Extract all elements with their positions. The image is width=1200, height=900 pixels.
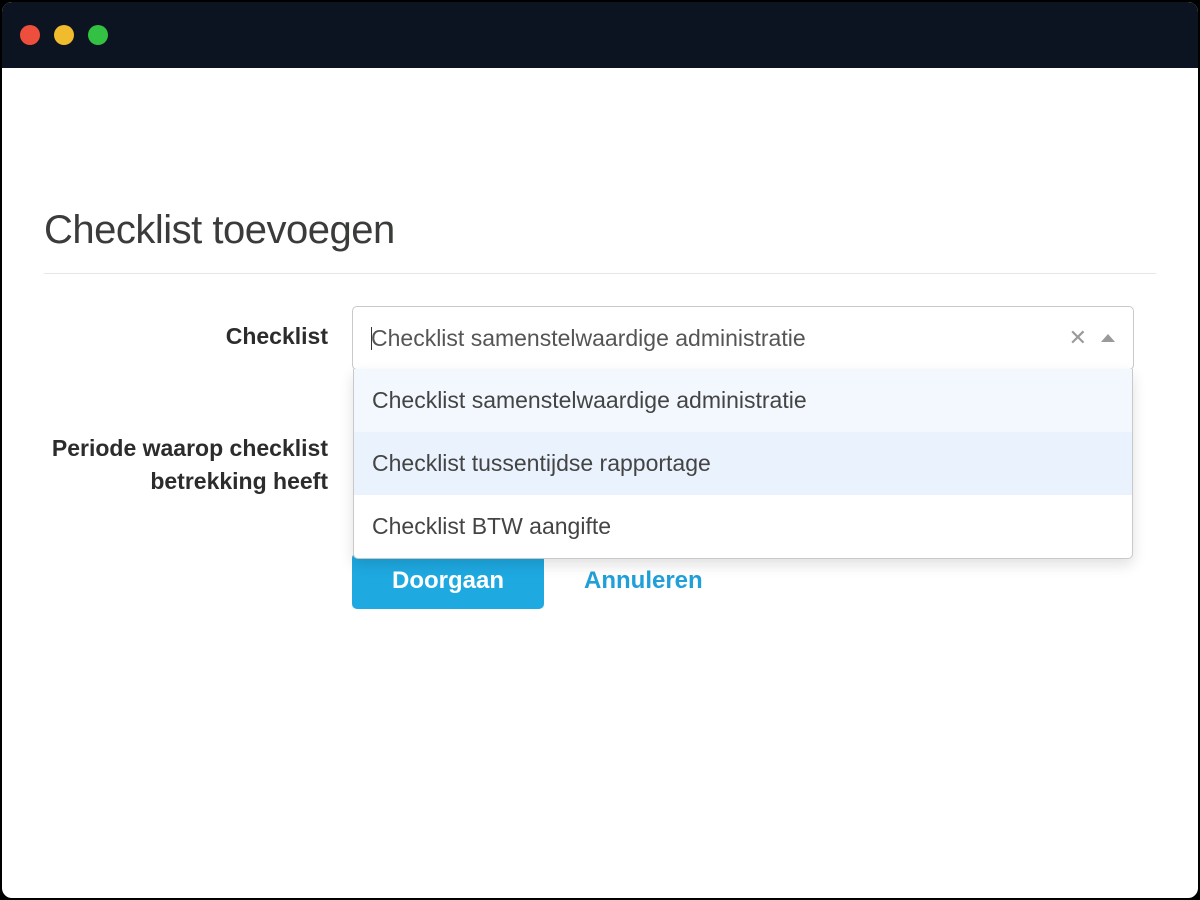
checklist-select-controls: ✕ (1069, 327, 1115, 349)
text-cursor-icon (371, 327, 372, 350)
dropdown-option[interactable]: Checklist samenstelwaardige administrati… (354, 369, 1132, 432)
checklist-select-value: Checklist samenstelwaardige administrati… (371, 325, 1069, 352)
maximize-window-icon[interactable] (88, 25, 108, 45)
app-window: Checklist toevoegen Checklist Checklist … (0, 0, 1200, 900)
continue-button[interactable]: Doorgaan (352, 553, 544, 609)
checklist-select-display[interactable]: Checklist samenstelwaardige administrati… (353, 307, 1133, 369)
titlebar (2, 2, 1198, 68)
button-row: Doorgaan Annuleren (352, 553, 1156, 609)
content-area: Checklist toevoegen Checklist Checklist … (2, 68, 1198, 898)
checklist-select-value-text: Checklist samenstelwaardige administrati… (371, 325, 806, 351)
period-label: Periode waarop checklist betrekking heef… (44, 418, 352, 499)
checklist-select[interactable]: Checklist samenstelwaardige administrati… (352, 306, 1134, 370)
close-window-icon[interactable] (20, 25, 40, 45)
checklist-dropdown: Checklist samenstelwaardige administrati… (353, 369, 1133, 559)
form-row-checklist: Checklist Checklist samenstelwaardige ad… (44, 306, 1156, 370)
chevron-up-icon[interactable] (1101, 334, 1115, 342)
dropdown-option[interactable]: Checklist tussentijdse rapportage (354, 432, 1132, 495)
divider (44, 273, 1156, 274)
clear-icon[interactable]: ✕ (1069, 327, 1087, 349)
dropdown-option[interactable]: Checklist BTW aangifte (354, 495, 1132, 558)
checklist-label: Checklist (44, 306, 352, 353)
checklist-select-wrap: Checklist samenstelwaardige administrati… (352, 306, 1156, 370)
minimize-window-icon[interactable] (54, 25, 74, 45)
page-title: Checklist toevoegen (44, 208, 1156, 253)
cancel-button[interactable]: Annuleren (584, 567, 703, 595)
